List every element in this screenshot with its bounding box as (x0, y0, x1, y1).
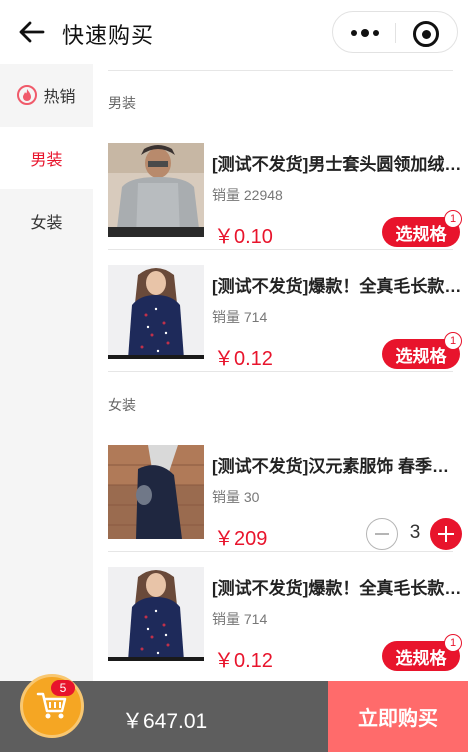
decrease-quantity-button[interactable] (366, 518, 398, 550)
sidebar-item-men[interactable]: 男装 (0, 127, 93, 189)
close-button[interactable] (413, 21, 439, 47)
quantity-value: 3 (409, 522, 421, 543)
product-item[interactable]: [测试不发货]爆款！全真毛长款大衣 销量 714 ￥0.12 选规格 1 (93, 552, 468, 674)
cart-count-badge: 5 (51, 680, 75, 696)
product-sales: 销量 22948 (212, 187, 283, 203)
product-price: ￥209 (214, 528, 268, 550)
product-item[interactable]: [测试不发货]爆款！全真毛长款大衣 销量 714 ￥0.12 选规格 1 (93, 250, 468, 372)
sidebar-item-label: 女装 (30, 215, 63, 232)
page-title: 快速购买 (62, 23, 155, 48)
increase-quantity-button[interactable] (430, 518, 462, 550)
sidebar-item-label: 热销 (43, 89, 76, 106)
more-dots-icon (351, 30, 357, 36)
product-image (108, 567, 204, 661)
navigation-bar: 快速购买 (0, 0, 468, 64)
spec-count-badge: 1 (444, 210, 462, 228)
product-image (108, 265, 204, 359)
section-title: 男装 (108, 95, 136, 111)
sidebar-item-hot[interactable]: 热销 (0, 64, 93, 126)
category-sidebar: 热销 男装 女装 (0, 64, 93, 681)
product-item[interactable]: [测试不发货]汉元素服饰 春季新款外套 销量 30 ￥209 3 (93, 430, 468, 552)
circle-close-icon (421, 29, 431, 39)
product-list[interactable]: 男装 [测试不发货]男士套头圆领加绒卫衣 销量 22948 ￥0.10 选规格 … (93, 64, 468, 681)
product-sales: 销量 30 (212, 489, 260, 505)
product-name[interactable]: [测试不发货]汉元素服饰 春季新款外套 (212, 452, 464, 477)
product-image (108, 143, 204, 237)
more-button[interactable] (347, 20, 383, 46)
spec-count-badge: 1 (444, 634, 462, 652)
section-title: 女装 (108, 397, 136, 413)
product-price: ￥0.10 (214, 226, 273, 248)
spec-count-badge: 1 (444, 332, 462, 350)
sidebar-item-women[interactable]: 女装 (0, 190, 93, 252)
product-name[interactable]: [测试不发货]爆款！全真毛长款大衣 (212, 272, 464, 297)
mini-program-capsule (332, 11, 458, 53)
product-price: ￥0.12 (214, 650, 273, 672)
product-price: ￥0.12 (214, 348, 273, 370)
product-sales: 销量 714 (212, 611, 268, 627)
product-name[interactable]: [测试不发货]男士套头圆领加绒卫衣 (212, 150, 464, 175)
sidebar-item-label: 男装 (30, 152, 63, 169)
fire-icon (17, 85, 38, 105)
product-name[interactable]: [测试不发货]爆款！全真毛长款大衣 (212, 574, 464, 599)
product-sales: 销量 714 (212, 309, 268, 325)
cart-total: ￥647.01 (122, 710, 208, 733)
minus-icon (375, 533, 389, 535)
arrow-left-icon (19, 21, 45, 43)
product-item[interactable]: [测试不发货]男士套头圆领加绒卫衣 销量 22948 ￥0.10 选规格 1 (93, 128, 468, 250)
buy-now-button[interactable]: 立即购买 (328, 681, 468, 752)
product-image (108, 445, 204, 539)
back-button[interactable] (16, 16, 48, 48)
